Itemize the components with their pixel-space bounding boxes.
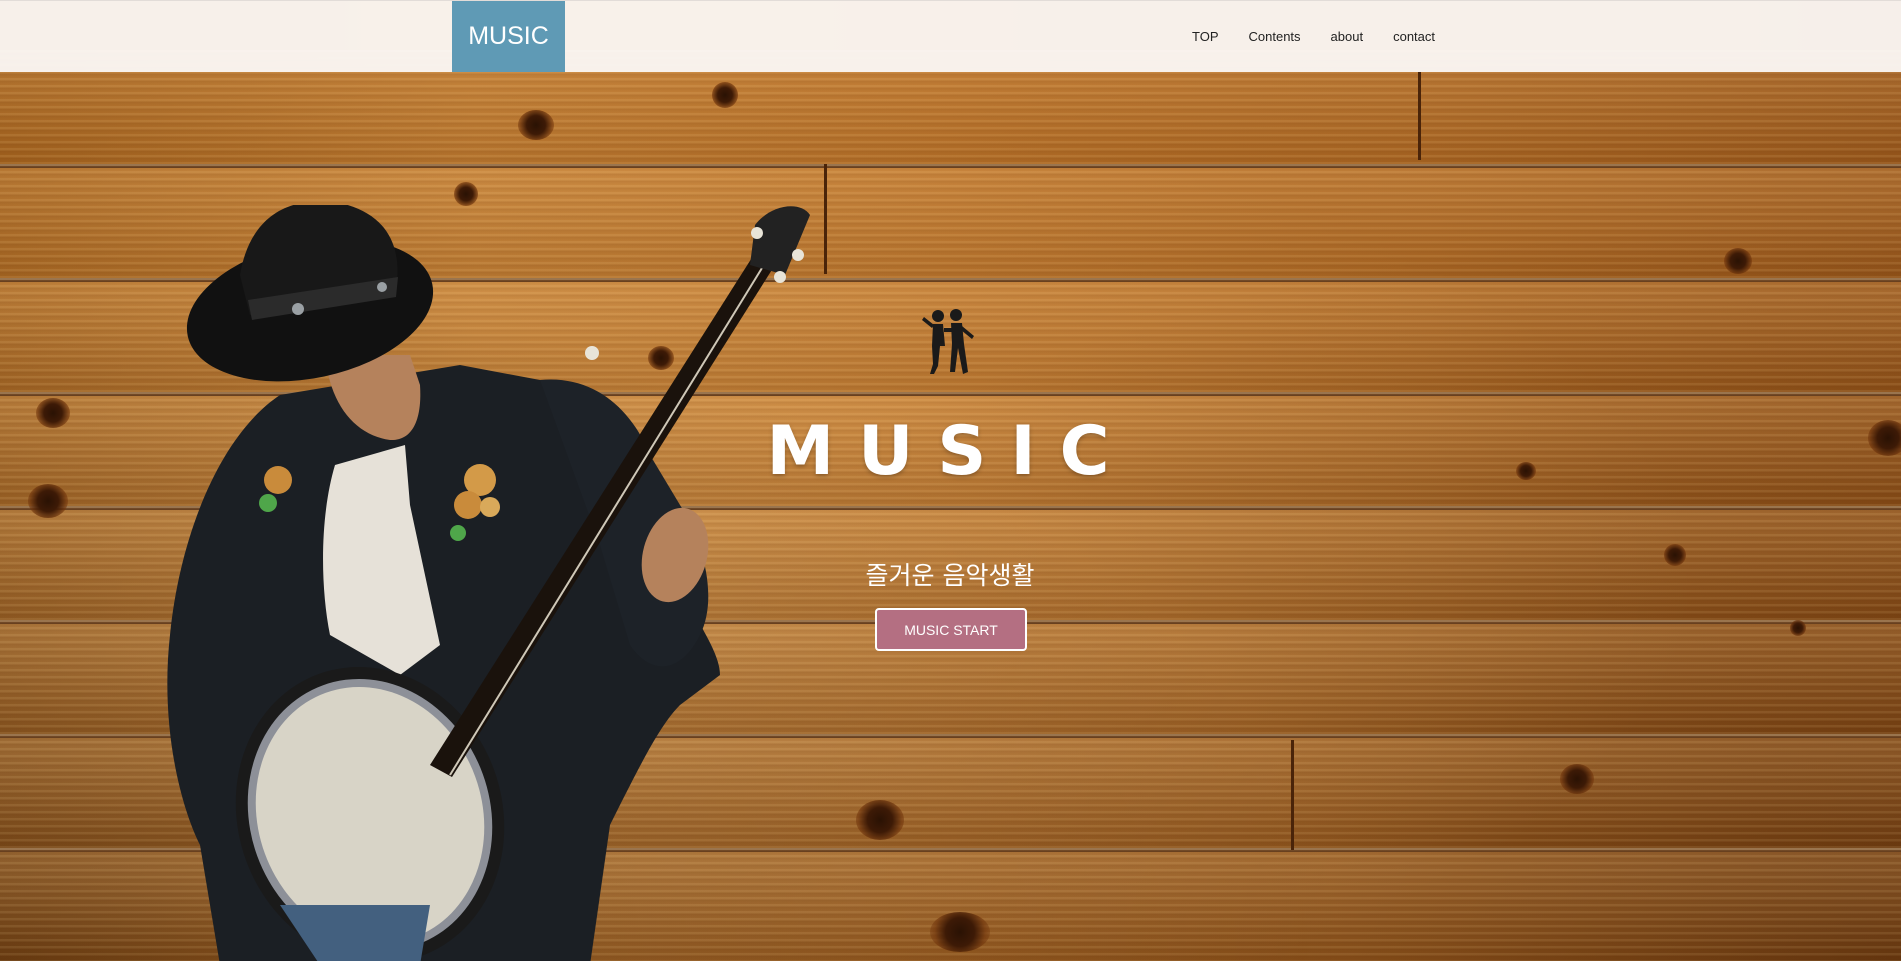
wood-knot [454,182,478,206]
plank-seam [1291,740,1294,850]
wood-knot [28,484,68,518]
wood-knot [930,912,990,952]
nav-link-contact[interactable]: contact [1393,29,1435,44]
wood-knot [1516,462,1536,480]
wood-knot [1664,544,1686,566]
hero-title: MUSIC [766,412,1134,491]
nav-link-about[interactable]: about [1331,29,1364,44]
nav-link-contents[interactable]: Contents [1249,29,1301,44]
wood-knot [36,398,70,428]
wood-knot [1560,764,1594,794]
wood-knot [1724,248,1752,274]
nav-link-top[interactable]: TOP [1192,29,1219,44]
nav-links: TOP Contents about contact [1192,1,1465,72]
hero-subtitle: 즐거운 음악생활 [865,561,1035,590]
plank-seam [1418,72,1421,160]
wood-knot [1790,620,1806,636]
wood-knot [1868,420,1901,456]
music-start-button[interactable]: MUSIC START [875,608,1027,651]
top-navbar: MUSIC TOP Contents about contact [0,0,1901,72]
brand-logo-button[interactable]: MUSIC [452,1,565,72]
wood-knot [712,82,738,108]
dancing-couple-icon [922,309,974,374]
wood-knot [518,110,554,140]
